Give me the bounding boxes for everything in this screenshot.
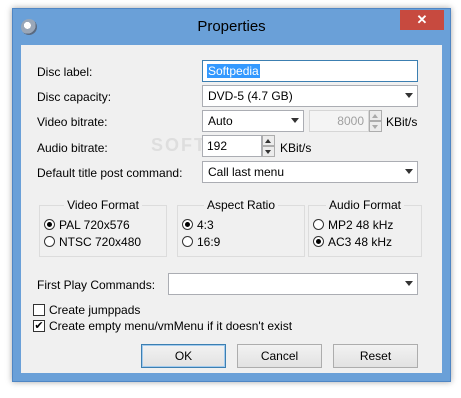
- disc-label-input[interactable]: Softpedia: [202, 60, 418, 82]
- checkmark-icon: ✔: [33, 319, 45, 332]
- aspect-ratio-group: Aspect Ratio 4:3 16:9: [177, 198, 305, 257]
- spin-down-icon: [369, 121, 382, 132]
- radio-16-9-label: 16:9: [197, 235, 221, 249]
- reset-button[interactable]: Reset: [333, 344, 418, 368]
- checkbox-jumppads-label: Create jumppads: [49, 303, 141, 317]
- radio-ac3[interactable]: AC3 48 kHz: [313, 235, 392, 251]
- disc-label-value: Softpedia: [207, 64, 260, 78]
- close-button[interactable]: ✕: [400, 10, 444, 30]
- radio-mp2-label: MP2 48 kHz: [328, 218, 394, 232]
- chevron-down-icon: [291, 118, 299, 123]
- video-bitrate-mode-value: Auto: [208, 114, 233, 128]
- radio-selected-icon: [313, 236, 324, 248]
- spin-up-icon: [369, 110, 382, 121]
- radio-ac3-label: AC3 48 kHz: [328, 235, 393, 249]
- audio-format-title: Audio Format: [325, 198, 405, 212]
- ok-button[interactable]: OK: [141, 344, 226, 368]
- disc-label-label: Disc label:: [37, 65, 93, 79]
- cancel-button[interactable]: Cancel: [237, 344, 322, 368]
- audio-bitrate-unit: KBit/s: [280, 141, 312, 155]
- radio-pal-label: PAL 720x576: [59, 218, 130, 232]
- dialog-body: SOFTPEDIA Disc label: Softpedia Disc cap…: [21, 45, 442, 373]
- radio-4-3-label: 4:3: [197, 218, 214, 232]
- chevron-down-icon: [405, 93, 413, 98]
- properties-dialog: Properties ✕ SOFTPEDIA Disc label: Softp…: [12, 8, 451, 382]
- radio-unselected-icon: [44, 236, 55, 248]
- audio-bitrate-spinner[interactable]: [262, 135, 275, 157]
- spin-up-icon[interactable]: [262, 135, 275, 146]
- radio-unselected-icon: [313, 219, 324, 231]
- audio-bitrate-label: Audio bitrate:: [37, 141, 108, 155]
- disc-capacity-select[interactable]: DVD-5 (4.7 GB): [202, 85, 418, 107]
- video-bitrate-mode-select[interactable]: Auto: [202, 110, 304, 132]
- first-play-select[interactable]: [168, 273, 418, 295]
- checkbox-unchecked-icon: [33, 303, 45, 316]
- chevron-down-icon: [405, 169, 413, 174]
- video-bitrate-unit: KBit/s: [386, 115, 418, 129]
- spin-down-icon[interactable]: [262, 146, 275, 157]
- window-title: Properties: [197, 18, 266, 35]
- video-bitrate-label: Video bitrate:: [37, 115, 108, 129]
- post-command-value: Call last menu: [208, 165, 285, 179]
- radio-selected-icon: [44, 219, 55, 231]
- radio-mp2[interactable]: MP2 48 kHz: [313, 218, 393, 234]
- disc-capacity-value: DVD-5 (4.7 GB): [208, 89, 293, 103]
- radio-pal[interactable]: PAL 720x576: [44, 218, 130, 234]
- chevron-down-icon: [405, 281, 413, 286]
- radio-ntsc-label: NTSC 720x480: [59, 235, 142, 249]
- radio-selected-icon: [182, 219, 193, 231]
- video-format-title: Video Format: [64, 198, 142, 212]
- checkbox-empty-menu-label: Create empty menu/vmMenu if it doesn't e…: [49, 319, 293, 333]
- video-format-group: Video Format PAL 720x576 NTSC 720x480: [39, 198, 167, 257]
- radio-unselected-icon: [182, 236, 193, 248]
- post-command-select[interactable]: Call last menu: [202, 161, 418, 183]
- radio-ntsc[interactable]: NTSC 720x480: [44, 235, 141, 251]
- post-command-label: Default title post command:: [37, 166, 183, 180]
- aspect-ratio-title: Aspect Ratio: [203, 198, 279, 212]
- video-bitrate-input: 8000: [309, 110, 369, 132]
- checkbox-jumppads[interactable]: Create jumppads: [33, 303, 140, 319]
- radio-4-3[interactable]: 4:3: [182, 218, 214, 234]
- audio-bitrate-input[interactable]: 192: [202, 135, 262, 157]
- radio-16-9[interactable]: 16:9: [182, 235, 220, 251]
- video-bitrate-spinner: [369, 110, 382, 132]
- first-play-label: First Play Commands:: [37, 278, 156, 292]
- title-bar[interactable]: Properties ✕: [13, 9, 450, 45]
- audio-format-group: Audio Format MP2 48 kHz AC3 48 kHz: [308, 198, 422, 257]
- disc-capacity-label: Disc capacity:: [37, 90, 112, 104]
- checkbox-empty-menu[interactable]: ✔ Create empty menu/vmMenu if it doesn't …: [33, 319, 292, 335]
